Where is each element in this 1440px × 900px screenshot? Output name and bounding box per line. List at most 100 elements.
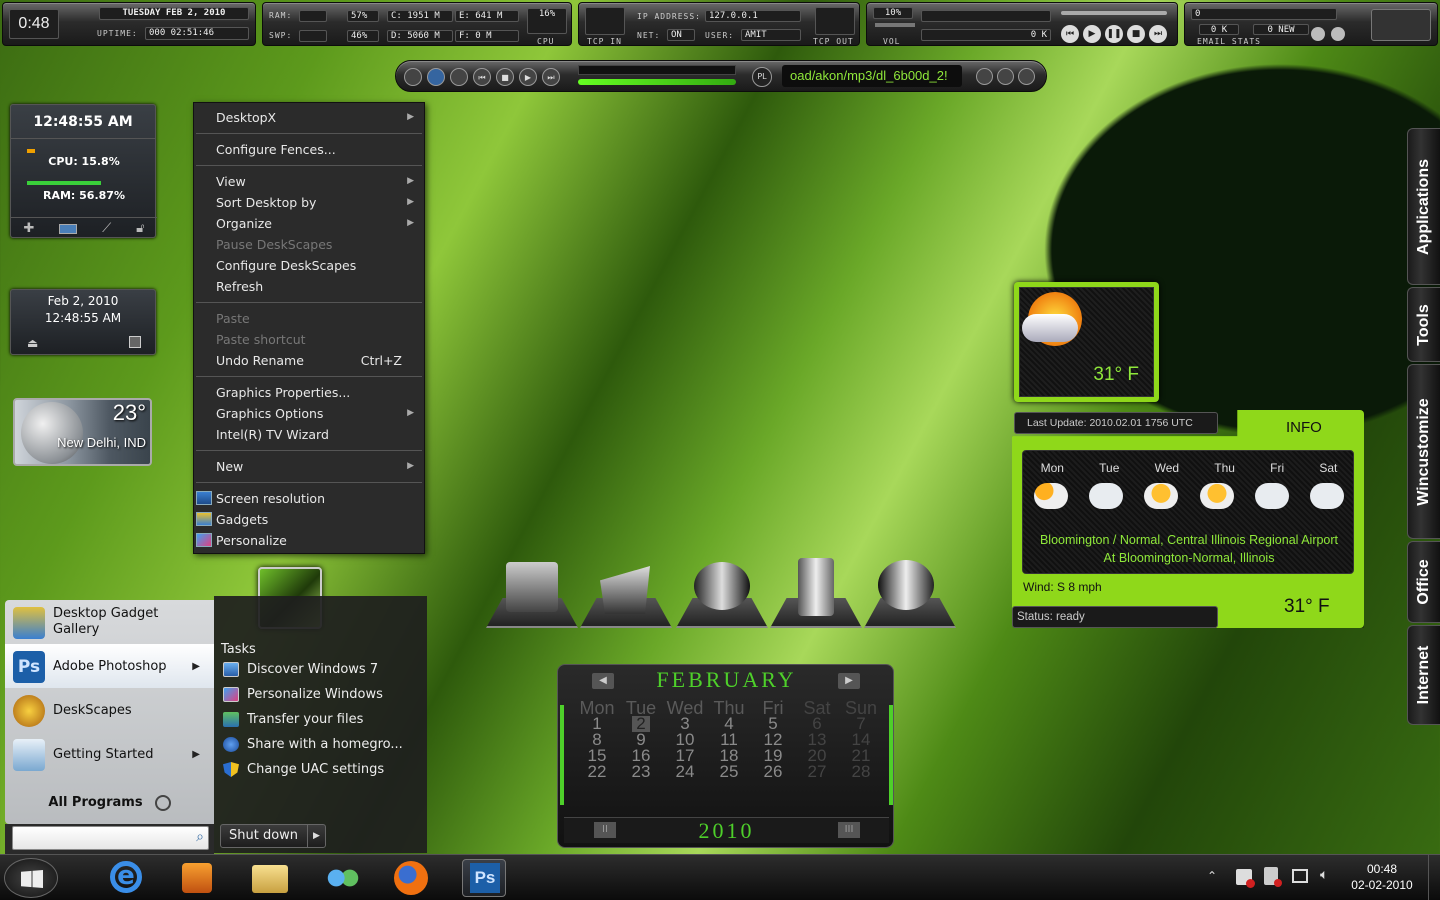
shutdown-button[interactable]: Shut down <box>221 825 307 847</box>
menu-refresh[interactable]: Refresh <box>194 276 424 297</box>
up-icon[interactable] <box>450 68 468 86</box>
menu-graphics-options[interactable]: Graphics Options ▶ <box>194 403 424 424</box>
minimize-icon[interactable] <box>976 68 993 85</box>
taskbar-internet-explorer[interactable]: e <box>104 859 148 897</box>
menu-screen-resolution[interactable]: Screen resolution <box>194 488 424 509</box>
calendar-day[interactable]: 24 <box>663 763 707 780</box>
play-icon[interactable]: ▶ <box>1083 25 1101 43</box>
menu-new[interactable]: New ▶ <box>194 456 424 477</box>
tray-time: 00:48 <box>1366 862 1398 876</box>
start-button[interactable] <box>4 858 58 898</box>
prev-icon[interactable]: ⏮ <box>1061 25 1079 43</box>
playlist-button[interactable]: PL <box>752 67 772 87</box>
drive-e-value: 641 M <box>475 11 503 21</box>
menu-view[interactable]: View ▶ <box>194 171 424 192</box>
weather-current-gadget[interactable]: 31° F <box>1014 282 1159 402</box>
menu-organize[interactable]: Organize ▶ <box>194 213 424 234</box>
menu-desktopx[interactable]: DesktopX ▶ <box>194 107 424 128</box>
pause-icon[interactable]: ❚❚ <box>1105 25 1123 43</box>
taskbar-firefox[interactable] <box>388 859 432 897</box>
taskbar-photoshop[interactable]: Ps <box>462 859 506 897</box>
close-icon[interactable] <box>1018 68 1035 85</box>
dock-graphics[interactable] <box>580 556 672 628</box>
stop-icon[interactable]: ■ <box>1127 25 1145 43</box>
alarm-icon[interactable]: ⏏ <box>27 336 38 350</box>
tab-wincustomize[interactable]: Wincustomize <box>1407 364 1440 539</box>
calendar-day[interactable]: 22 <box>575 763 619 780</box>
calendar-day[interactable]: 27 <box>795 763 839 780</box>
menu-gadgets[interactable]: Gadgets <box>194 509 424 530</box>
next-year-button[interactable]: III <box>838 822 860 838</box>
menu-intel-tv-wizard[interactable]: Intel(R) TV Wizard <box>194 424 424 445</box>
tcp-in-label: TCP IN <box>587 37 622 46</box>
start-item-photoshop[interactable]: Ps Adobe Photoshop ▶ <box>5 644 214 688</box>
task-homegroup[interactable]: Share with a homegro... <box>214 732 427 757</box>
options-icon[interactable] <box>997 68 1014 85</box>
menu-graphics-properties[interactable]: Graphics Properties... <box>194 382 424 403</box>
tab-tools[interactable]: Tools <box>1407 287 1440 362</box>
calendar-day[interactable]: 28 <box>839 763 883 780</box>
start-item-deskscapes[interactable]: DeskScapes <box>5 688 214 732</box>
user-label: USER: <box>705 31 735 40</box>
menu-configure-deskscapes[interactable]: Configure DeskScapes <box>194 255 424 276</box>
next-month-button[interactable]: ▶ <box>838 673 860 689</box>
ram-usage-bar <box>27 181 101 185</box>
taskbar-messenger[interactable] <box>320 859 364 897</box>
dock-computer[interactable] <box>486 556 578 628</box>
task-discover-windows[interactable]: Discover Windows 7 <box>214 657 427 682</box>
menu-undo-rename[interactable]: Undo Rename Ctrl+Z <box>194 350 424 371</box>
start-item-gadget-gallery[interactable]: Desktop Gadget Gallery <box>5 600 214 644</box>
menu-personalize[interactable]: Personalize <box>194 530 424 551</box>
start-item-label: Getting Started <box>53 746 154 762</box>
shutdown-options-arrow-icon[interactable]: ▶ <box>307 825 325 847</box>
stop-track-icon[interactable]: ■ <box>496 68 514 86</box>
taskbar-explorer[interactable] <box>248 859 292 897</box>
dock-speaker[interactable] <box>864 556 956 628</box>
volume-slider[interactable] <box>875 23 915 27</box>
globe-icon[interactable] <box>427 68 445 86</box>
settings-icon[interactable] <box>1331 27 1345 41</box>
mail-icon[interactable] <box>1371 9 1431 41</box>
network-icon[interactable] <box>1292 869 1308 883</box>
tab-applications[interactable]: Applications <box>1407 128 1440 285</box>
calendar-day[interactable]: 25 <box>707 763 751 780</box>
tab-internet[interactable]: Internet <box>1407 625 1440 725</box>
tray-clock[interactable]: 00:48 02-02-2010 <box>1340 861 1424 893</box>
tools-icon[interactable]: ⟋ <box>102 221 111 236</box>
menu-separator <box>196 133 422 134</box>
safely-remove-icon[interactable] <box>1264 867 1282 887</box>
task-transfer-files[interactable]: Transfer your files <box>214 707 427 732</box>
next-track-icon[interactable]: ⏭ <box>542 68 560 86</box>
weather-gadget-small[interactable]: 23° New Delhi, IND <box>13 398 152 466</box>
tab-office[interactable]: Office <box>1407 541 1440 623</box>
show-desktop-button[interactable] <box>1428 855 1440 900</box>
task-personalize-windows[interactable]: Personalize Windows <box>214 682 427 707</box>
refresh-icon[interactable] <box>1311 27 1325 41</box>
discover-icon <box>223 662 239 677</box>
start-item-getting-started[interactable]: Getting Started ▶ <box>5 732 214 776</box>
start-search-input[interactable]: ⌕ <box>12 826 209 850</box>
calendar-day[interactable]: 23 <box>619 763 663 780</box>
prev-track-icon[interactable]: ⏮ <box>473 68 491 86</box>
task-uac-settings[interactable]: Change UAC settings <box>214 757 427 782</box>
next-icon[interactable]: ⏭ <box>1149 25 1167 43</box>
seek-slider[interactable] <box>1061 11 1167 15</box>
chip-icon[interactable] <box>59 223 78 234</box>
volume-icon[interactable]: 🔈︎ <box>1320 867 1328 883</box>
calendar-day[interactable]: 26 <box>751 763 795 780</box>
taskbar-media-player[interactable] <box>174 859 218 897</box>
menu-configure-fences[interactable]: Configure Fences... <box>194 139 424 160</box>
calendar-icon[interactable] <box>129 336 141 348</box>
play-track-icon[interactable]: ▶ <box>519 68 537 86</box>
dock-recycle[interactable] <box>770 556 862 628</box>
dock-media[interactable] <box>676 556 768 628</box>
lock-icon[interactable]: 🔓︎ <box>136 221 144 236</box>
menu-sort-desktop[interactable]: Sort Desktop by ▶ <box>194 192 424 213</box>
all-programs-button[interactable]: All Programs <box>5 790 214 816</box>
progress-bar[interactable] <box>578 79 736 85</box>
show-hidden-icons[interactable]: ⌃ <box>1207 869 1217 883</box>
add-icon[interactable]: ✚ <box>23 221 34 236</box>
info-label[interactable]: INFO <box>1286 419 1322 436</box>
action-center-icon[interactable] <box>1236 869 1255 888</box>
eject-icon[interactable] <box>404 68 422 86</box>
